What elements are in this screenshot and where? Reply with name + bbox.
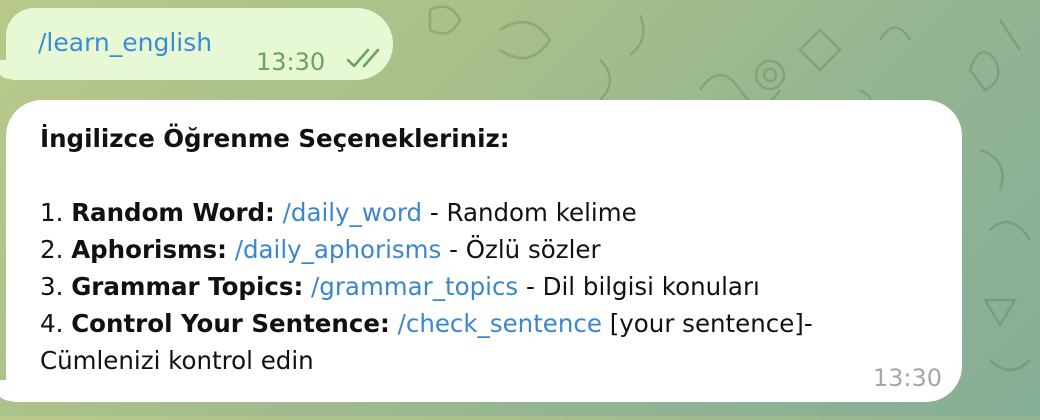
option-line: 1. Random Word: /daily_word - Random kel… [40,194,940,231]
option-line: 2. Aphorisms: /daily_aphorisms - Özlü sö… [40,231,940,268]
message-time: 13:30 [256,48,326,76]
check-sentence-command-link[interactable]: /check_sentence [398,309,602,338]
option-label: Grammar Topics: [71,272,304,301]
option-description: - Random kelime [422,198,637,227]
bubble-tail [0,60,20,80]
option-description-continued: Cümlenizi kontrol edin [40,346,314,375]
option-number: 4. [40,309,64,338]
option-line: 4. Control Your Sentence: /check_sentenc… [40,305,940,342]
double-check-icon [346,48,380,68]
message-time: 13:30 [872,364,942,392]
option-label: Random Word: [71,198,275,227]
option-label: Aphorisms: [71,235,227,264]
option-description: - Dil bilgisi konuları [518,272,760,301]
option-description: - Özlü sözler [441,235,601,264]
option-description: [your sentence]- [601,309,813,338]
option-number: 3. [40,272,64,301]
incoming-message-bubble: İngilizce Öğrenme Seçenekleriniz: 1. Ran… [0,100,962,402]
learn-english-command-link[interactable]: /learn_english [38,28,212,57]
option-label: Control Your Sentence: [71,309,390,338]
message-title: İngilizce Öğrenme Seçenekleriniz: [40,124,510,153]
option-number: 2. [40,235,64,264]
daily-word-command-link[interactable]: /daily_word [283,198,422,227]
outgoing-message-bubble: /learn_english 13:30 [0,8,393,80]
message-text: İngilizce Öğrenme Seçenekleriniz: 1. Ran… [40,120,940,379]
bubble-tail [0,380,22,402]
grammar-topics-command-link[interactable]: /grammar_topics [311,272,518,301]
option-line: 3. Grammar Topics: /grammar_topics - Dil… [40,268,940,305]
daily-aphorisms-command-link[interactable]: /daily_aphorisms [235,235,442,264]
option-number: 1. [40,198,64,227]
